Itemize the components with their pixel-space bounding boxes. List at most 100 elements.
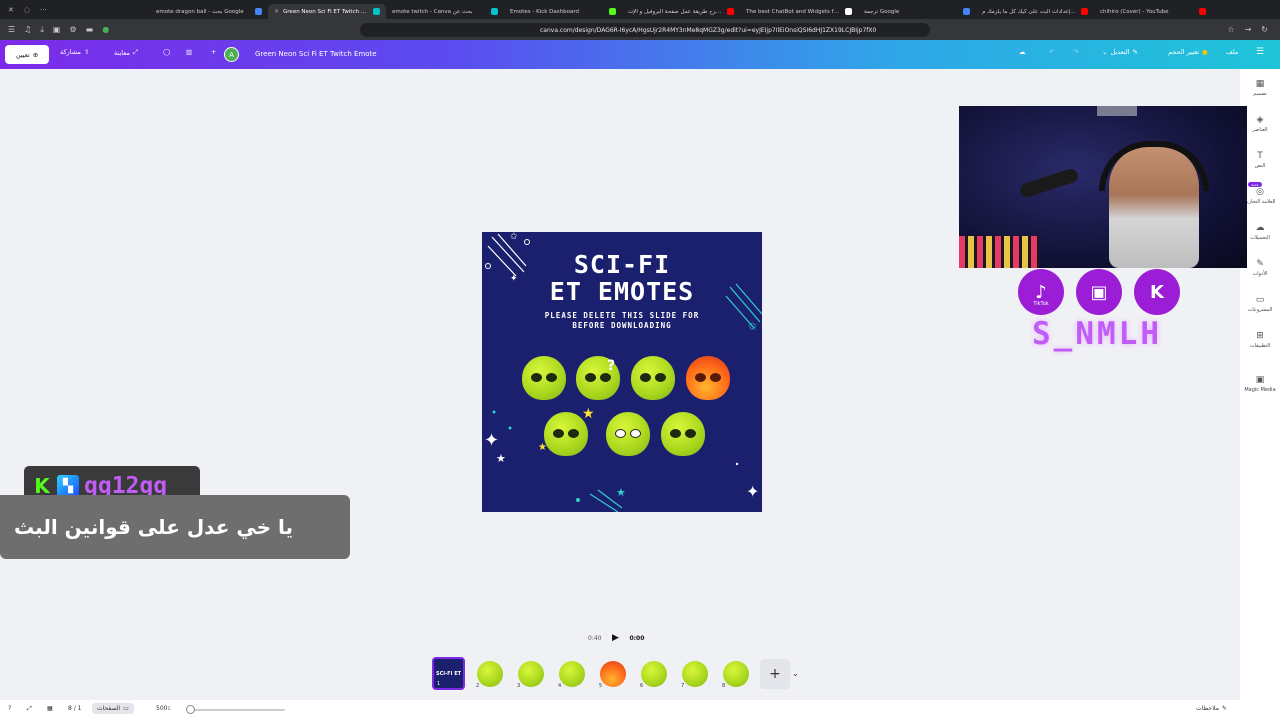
more-icon[interactable]: ··· [40,6,47,14]
close-tab-icon[interactable]: ✕ [274,8,279,15]
notes-label: ملاحظات [1196,705,1219,712]
alien-emote-smile[interactable] [631,356,675,400]
reload-icon[interactable]: ↻ [1261,25,1268,34]
url-field[interactable]: canva.com/design/DAG6R-I6ycA/HgsUjr2R4MY… [360,23,930,37]
tab-title: إعدادات البث على كيك كل ما يلزمك م... [982,8,1076,15]
sidebar-item-label: الأدوات [1252,271,1268,277]
tab-search-icon[interactable]: ◌ [24,6,30,14]
add-page-button[interactable]: + [760,658,790,689]
sidebar-item-label: العلامة التجارية [1244,199,1276,205]
cloud-save-icon[interactable]: ☁ [1019,48,1026,56]
share-assign-button[interactable]: تعيين ⊕ [5,45,49,64]
comment-icon: ◯ [163,48,171,56]
streamer-handle: S_NMLH [1032,316,1162,352]
download-icon[interactable]: ⤓ [40,25,44,35]
file-menu-button[interactable]: ملف [1226,48,1238,56]
help-icon[interactable]: ? [8,705,11,712]
page-number: 6 [640,683,644,689]
extension-icon[interactable]: ⚙ [69,25,76,35]
vpn-icon[interactable]: ● [102,25,109,35]
music-icon[interactable]: ♫ [24,25,31,35]
page-number: 2 [476,683,480,689]
browser-tab[interactable]: The best ChatBot and Widgets for Ki... [740,4,858,19]
sidebar-item-icon: ▣ [1255,375,1265,385]
avatar[interactable]: A [224,47,239,62]
star-icon: ✩ [510,232,518,242]
tab-favicon-icon [727,8,734,15]
add-collaborator-button[interactable]: + [211,48,216,56]
zoom-slider-handle[interactable] [186,705,195,714]
chevron-down-icon[interactable]: ⌄ [792,669,799,678]
alien-emote-angry[interactable] [686,356,730,400]
comment-button[interactable]: ◯ [163,48,170,56]
sidebar-item[interactable]: ▣ Magic Media [1240,375,1280,393]
browser-tab[interactable]: شرح طريقة عمل صفحة البروفيل و الإت... [622,4,740,19]
hamburger-menu-icon[interactable]: ☰ [1256,47,1264,57]
menu-icon[interactable]: ☰ [8,25,15,35]
notes-button[interactable]: ملاحظات ✎ [1196,705,1227,712]
grid-view-icon[interactable]: ▦ [47,705,53,712]
undo-icon[interactable]: ↶ [1049,48,1054,56]
tab-favicon-icon [963,8,970,15]
close-window-icon[interactable]: ✕ [8,6,14,14]
page-thumbnail[interactable]: 7 [678,657,711,690]
page-thumbnail[interactable]: 4 [555,657,588,690]
notes-icon: ✎ [1221,705,1227,712]
pages-icon: ▭ [123,705,129,712]
resize-button[interactable]: تغيير الحجم ● [1168,48,1208,56]
browser-tab[interactable]: emote dragon ball - بحث Google [150,4,268,19]
tab-title: Emotes - Kick Dashboard [510,8,580,15]
chevron-down-icon: ⌄ [1102,48,1108,56]
plus-icon: + [211,48,217,56]
screenshot-icon[interactable]: ▣ [53,25,61,35]
alien-emote-wave[interactable] [522,356,566,400]
page-thumbnail[interactable]: 8 [719,657,752,690]
pages-button[interactable]: الصفحات ▭ [92,703,134,714]
browser-tab[interactable]: Emotes - Kick Dashboard [504,4,622,19]
sidebar-item[interactable]: ▦ تصميم [1240,79,1280,97]
page-thumbnail[interactable]: 5 [596,657,629,690]
design-page[interactable]: ✦ ✩ ✦ ★ ✦ ★ ✩ SCI-FI ET EMOTES PLEASE DE… [482,232,762,512]
bookmark-icon[interactable]: ☆ [1227,25,1234,34]
star-icon: ★ [582,406,595,422]
page-thumbnail[interactable]: 2 [473,657,506,690]
forward-icon[interactable]: → [1245,25,1252,34]
alien-emote-sad[interactable] [661,412,705,456]
wallet-icon[interactable]: ▬ [86,25,94,35]
browser-tab-strip: ✕ ◌ ··· emote dragon ball - بحث Google ✕ G… [0,0,1280,19]
browser-tab[interactable]: ترجمة Google [858,4,976,19]
design-subtitle-line1: PLEASE DELETE THIS SLIDE FOR [544,311,700,320]
play-button[interactable]: ▶ [609,632,621,644]
preview-button[interactable]: معاينة ⤢ [114,48,138,57]
sidebar-item-icon: ▦ [1255,79,1265,89]
redo-icon[interactable]: ↷ [1073,48,1078,56]
tab-favicon-icon [1081,8,1088,15]
browser-tab[interactable]: emote twitch - Canva بحث عن [386,4,504,19]
fullscreen-icon[interactable]: ⤢ [27,705,32,713]
page-number: 1 [437,681,441,687]
insights-button[interactable]: ▥ [186,48,192,56]
zoom-slider[interactable] [190,709,285,711]
page-thumbnail[interactable]: 6 [637,657,670,690]
design-subtitle-line2: BEFORE DOWNLOADING [572,321,672,330]
design-title-line1: SCI-FI [573,250,671,279]
chart-icon: ▥ [186,48,193,56]
sidebar-item[interactable]: ⊞ التطبيقات [1240,331,1280,349]
tiktok-label: TikTok [1033,301,1049,307]
sidebar-item-label: التطبيقات [1249,343,1271,349]
browser-tab[interactable]: ✕ Green Neon Sci Fi ET Twitch Emote [268,4,386,19]
share-assign-label: تعيين [15,50,30,59]
alien-emote-skull[interactable] [606,412,650,456]
page-thumbnail[interactable]: SCI-FI ET 1 [432,657,465,690]
page-thumbnail[interactable]: 3 [514,657,547,690]
zoom-level[interactable]: 500٪ [156,705,171,712]
pencil-icon: ✎ [1132,48,1138,56]
page-number: 4 [558,683,562,689]
edit-mode-button[interactable]: ⌄ التعديل ✎ [1102,48,1138,56]
sidebar-item[interactable]: ▭ المشروعات [1240,295,1280,313]
browser-tab[interactable]: إعدادات البث على كيك كل ما يلزمك م... [976,4,1094,19]
browser-tab[interactable]: chihiro (Cover) - YouTube [1094,4,1212,19]
resize-label: تغيير الحجم [1168,48,1200,56]
design-title[interactable]: Green Neon Sci Fi ET Twitch Emote [255,50,377,58]
share-button[interactable]: مشاركة ⇧ [60,48,89,56]
